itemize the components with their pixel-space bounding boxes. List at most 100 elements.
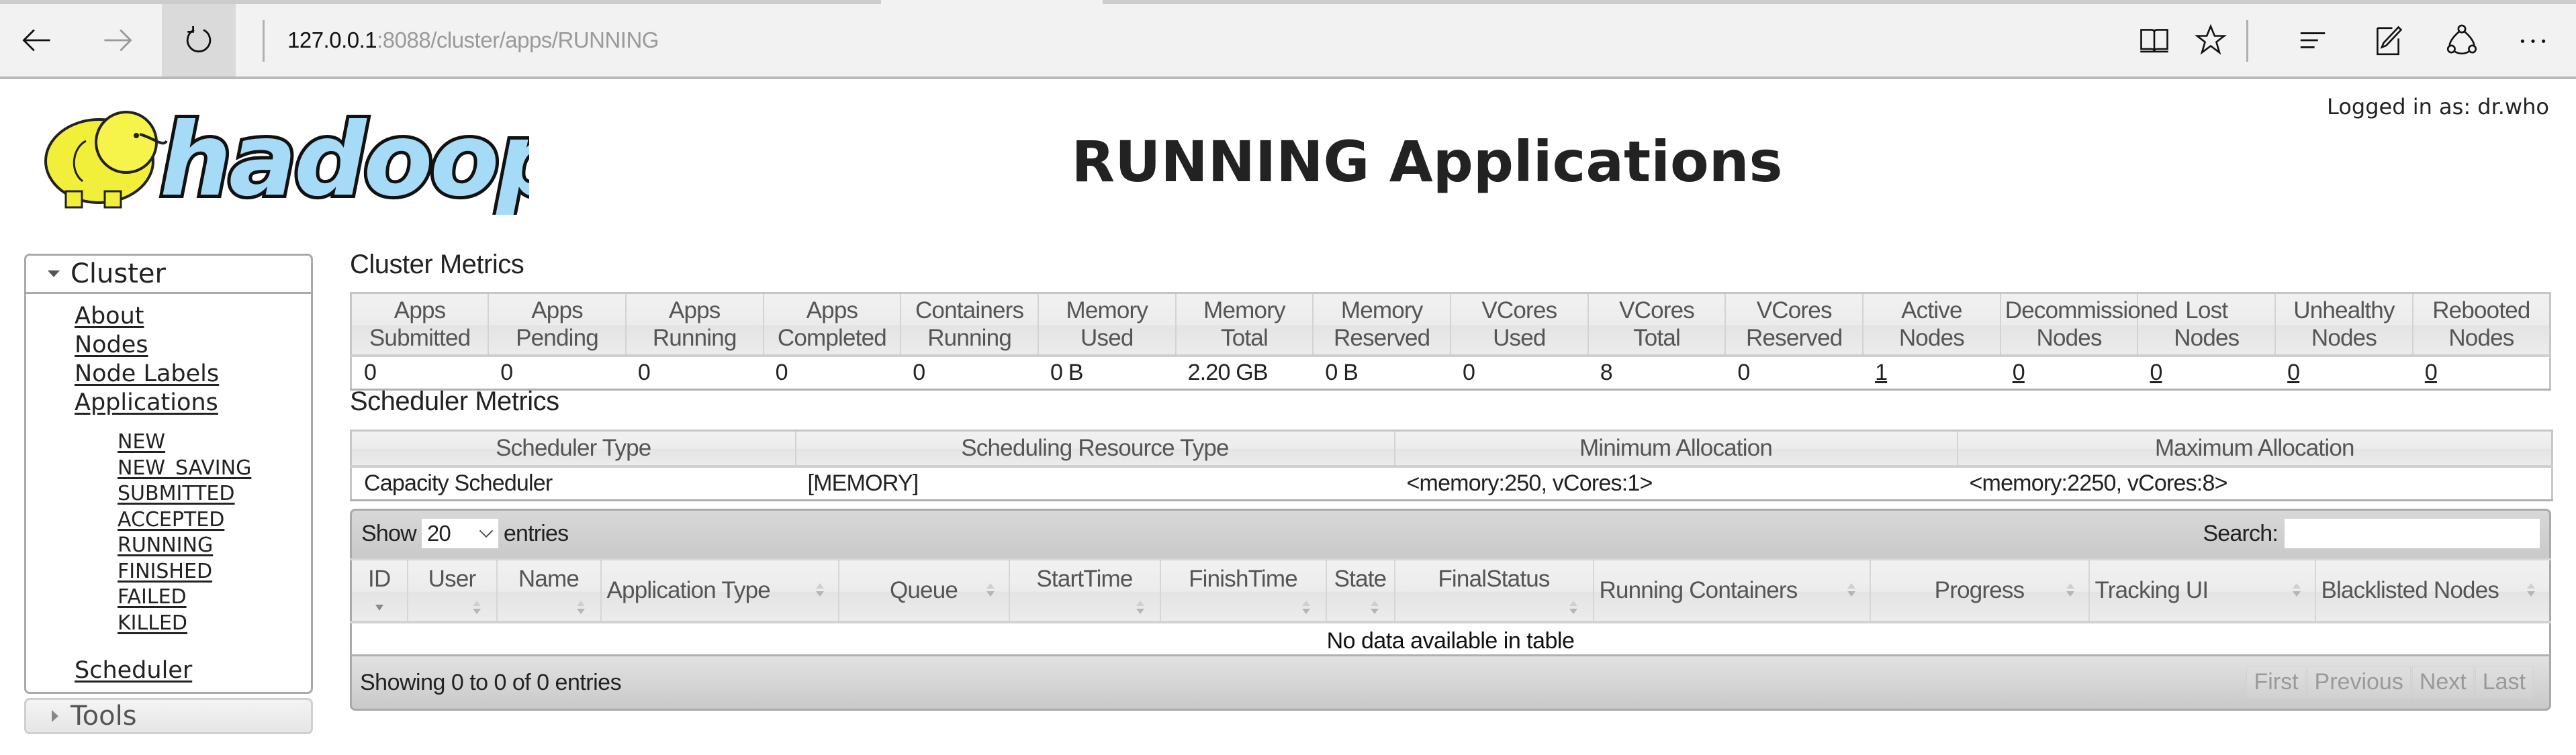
column-header-application-type[interactable]: Application Type bbox=[600, 558, 839, 623]
hub-button[interactable] bbox=[2293, 20, 2333, 60]
column-label: StartTime bbox=[1036, 566, 1133, 592]
column-label: Blacklisted Nodes bbox=[2321, 577, 2499, 603]
apps-table-footer: Showing 0 to 0 of 0 entries First Previo… bbox=[350, 654, 2551, 711]
sidebar-link-node-labels[interactable]: Node Labels bbox=[75, 360, 311, 389]
pagination-last-button[interactable]: Last bbox=[2475, 666, 2533, 699]
sidebar-link-state-running[interactable]: RUNNING bbox=[118, 533, 311, 559]
cluster-metric-header-unhealthy-nodes: Unhealthy Nodes bbox=[2275, 293, 2413, 357]
pagination: First Previous Next Last bbox=[2245, 666, 2533, 699]
header-line: Containers bbox=[915, 297, 1024, 323]
header-line: Apps bbox=[531, 297, 583, 323]
column-header-finishtime[interactable]: FinishTime bbox=[1160, 558, 1327, 623]
header-line: Nodes bbox=[1898, 325, 1965, 351]
sidebar-link-nodes[interactable]: Nodes bbox=[75, 331, 311, 360]
cluster-metric-header-vcores-reserved: VCores Reserved bbox=[1725, 293, 1864, 357]
scheduler-value-scheduling-resource-type: [MEMORY] bbox=[795, 466, 1395, 501]
column-header-tracking-ui[interactable]: Tracking UI bbox=[2088, 558, 2316, 623]
cluster-metric-header-apps-running: Apps Running bbox=[625, 293, 764, 357]
column-header-running-containers[interactable]: Running Containers bbox=[1593, 558, 1871, 623]
column-header-queue[interactable]: Queue bbox=[838, 558, 1010, 623]
page-size-select[interactable]: 20 bbox=[421, 519, 498, 548]
sidebar-link-applications[interactable]: Applications bbox=[75, 389, 311, 417]
sort-both-icon bbox=[1569, 601, 1578, 615]
pagination-previous-button[interactable]: Previous bbox=[2307, 666, 2411, 699]
web-note-button[interactable] bbox=[2368, 20, 2408, 60]
column-header-user[interactable]: User bbox=[407, 558, 498, 623]
favorite-button[interactable] bbox=[2191, 20, 2231, 60]
cluster-metric-header-apps-completed: Apps Completed bbox=[763, 293, 902, 357]
refresh-button[interactable] bbox=[162, 4, 236, 77]
header-line: Active bbox=[1901, 297, 1962, 323]
sort-both-icon bbox=[2292, 583, 2301, 598]
sidebar-link-state-new[interactable]: NEW bbox=[118, 430, 311, 456]
column-header-starttime[interactable]: StartTime bbox=[1009, 558, 1161, 623]
scheduler-value-scheduler-type: Capacity Scheduler bbox=[351, 466, 796, 501]
address-bar[interactable]: 127.0.0.1:8088/cluster/apps/RUNNING bbox=[287, 26, 1899, 55]
hub-icon bbox=[2300, 32, 2326, 48]
sidebar-link-state-failed[interactable]: FAILED bbox=[118, 585, 311, 611]
header-line: VCores bbox=[1619, 297, 1695, 323]
sidebar-tools-label: Tools bbox=[71, 701, 137, 732]
search-input[interactable] bbox=[2285, 519, 2540, 548]
header-line: Used bbox=[1493, 325, 1546, 351]
pagination-next-button[interactable]: Next bbox=[2411, 666, 2474, 699]
cluster-metric-header-containers-running: Containers Running bbox=[901, 293, 1039, 357]
sidebar-link-about[interactable]: About bbox=[75, 302, 311, 331]
sidebar-cluster-header[interactable]: Cluster bbox=[26, 256, 311, 294]
forward-icon bbox=[104, 29, 132, 52]
column-label: FinishTime bbox=[1189, 566, 1298, 592]
cluster-metric-value-lost-nodes: 0 bbox=[2137, 356, 2276, 390]
column-header-finalstatus[interactable]: FinalStatus bbox=[1394, 558, 1594, 623]
cluster-metric-link-decommissioned-nodes[interactable]: 0 bbox=[2013, 360, 2025, 385]
cluster-metric-value-memory-total: 2.20 GB bbox=[1175, 356, 1314, 390]
sidebar-link-state-accepted[interactable]: ACCEPTED bbox=[118, 507, 311, 534]
column-header-name[interactable]: Name bbox=[496, 558, 602, 623]
browser-toolbar: 127.0.0.1:8088/cluster/apps/RUNNING bbox=[0, 0, 2576, 79]
cluster-metric-value-decommissioned-nodes: 0 bbox=[2000, 356, 2138, 390]
cluster-metric-header-rebooted-nodes: Rebooted Nodes bbox=[2412, 293, 2551, 357]
apps-table-header-row: ID User Name Application Type Queue StartTime… bbox=[351, 558, 2551, 623]
sidebar-tools-header[interactable]: Tools bbox=[24, 698, 313, 734]
more-button[interactable] bbox=[2513, 20, 2553, 60]
page-title: RUNNING Applications bbox=[1071, 129, 1783, 195]
header-line: Reserved bbox=[1333, 325, 1430, 351]
search-control: Search: bbox=[2203, 519, 2540, 548]
sort-both-icon bbox=[2066, 583, 2075, 598]
header-line: Lost bbox=[2185, 297, 2228, 323]
cluster-metric-value-memory-reserved: 0 B bbox=[1313, 356, 1451, 390]
cluster-metric-link-unhealthy-nodes[interactable]: 0 bbox=[2287, 360, 2300, 385]
sidebar-link-state-submitted[interactable]: SUBMITTED bbox=[118, 481, 311, 507]
column-header-state[interactable]: State bbox=[1326, 558, 1395, 623]
cluster-metric-link-lost-nodes[interactable]: 0 bbox=[2150, 360, 2162, 385]
column-label: Running Containers bbox=[1599, 577, 1798, 603]
search-label: Search: bbox=[2203, 520, 2278, 546]
pagination-first-button[interactable]: First bbox=[2246, 666, 2306, 699]
cluster-metric-link-active-nodes[interactable]: 1 bbox=[1875, 360, 1888, 385]
cluster-metric-link-rebooted-nodes[interactable]: 0 bbox=[2425, 360, 2438, 385]
column-header-progress[interactable]: Progress bbox=[1870, 558, 2090, 623]
header-line: Pending bbox=[516, 325, 599, 351]
sidebar-link-state-finished[interactable]: FINISHED bbox=[118, 559, 311, 585]
sidebar-link-state-killed[interactable]: KILLED bbox=[118, 611, 311, 637]
hadoop-logo[interactable]: hadoop bbox=[26, 94, 529, 215]
active-tab[interactable] bbox=[881, 0, 1103, 4]
forward-button[interactable] bbox=[81, 4, 154, 77]
sidebar-link-scheduler[interactable]: Scheduler bbox=[75, 656, 311, 685]
column-header-blacklisted-nodes[interactable]: Blacklisted Nodes bbox=[2315, 558, 2551, 623]
page-length-control: Show 20 entries bbox=[361, 519, 569, 548]
reading-view-button[interactable] bbox=[2134, 20, 2174, 60]
cluster-metric-header-memory-total: Memory Total bbox=[1175, 293, 1314, 357]
cluster-metric-header-vcores-used: VCores Used bbox=[1451, 293, 1589, 357]
header-line: Nodes bbox=[2174, 325, 2240, 351]
header-line: Total bbox=[1633, 325, 1681, 351]
apps-table-toolbar: Show 20 entries Search: bbox=[350, 509, 2551, 558]
logged-in-user: Logged in as: dr.who bbox=[2327, 94, 2549, 119]
column-header-id[interactable]: ID bbox=[351, 558, 408, 623]
sidebar-link-state-new-saving[interactable]: NEW_SAVING bbox=[118, 456, 311, 482]
share-button[interactable] bbox=[2442, 20, 2482, 60]
cluster-metrics-value-row: 000000 B 2.20 GB 0 B08010000 bbox=[351, 356, 2550, 390]
back-button[interactable] bbox=[0, 4, 74, 77]
header-line: Decommissioned bbox=[2005, 297, 2178, 323]
cluster-metric-header-apps-pending: Apps Pending bbox=[488, 293, 627, 357]
page-size-value: 20 bbox=[426, 521, 451, 546]
